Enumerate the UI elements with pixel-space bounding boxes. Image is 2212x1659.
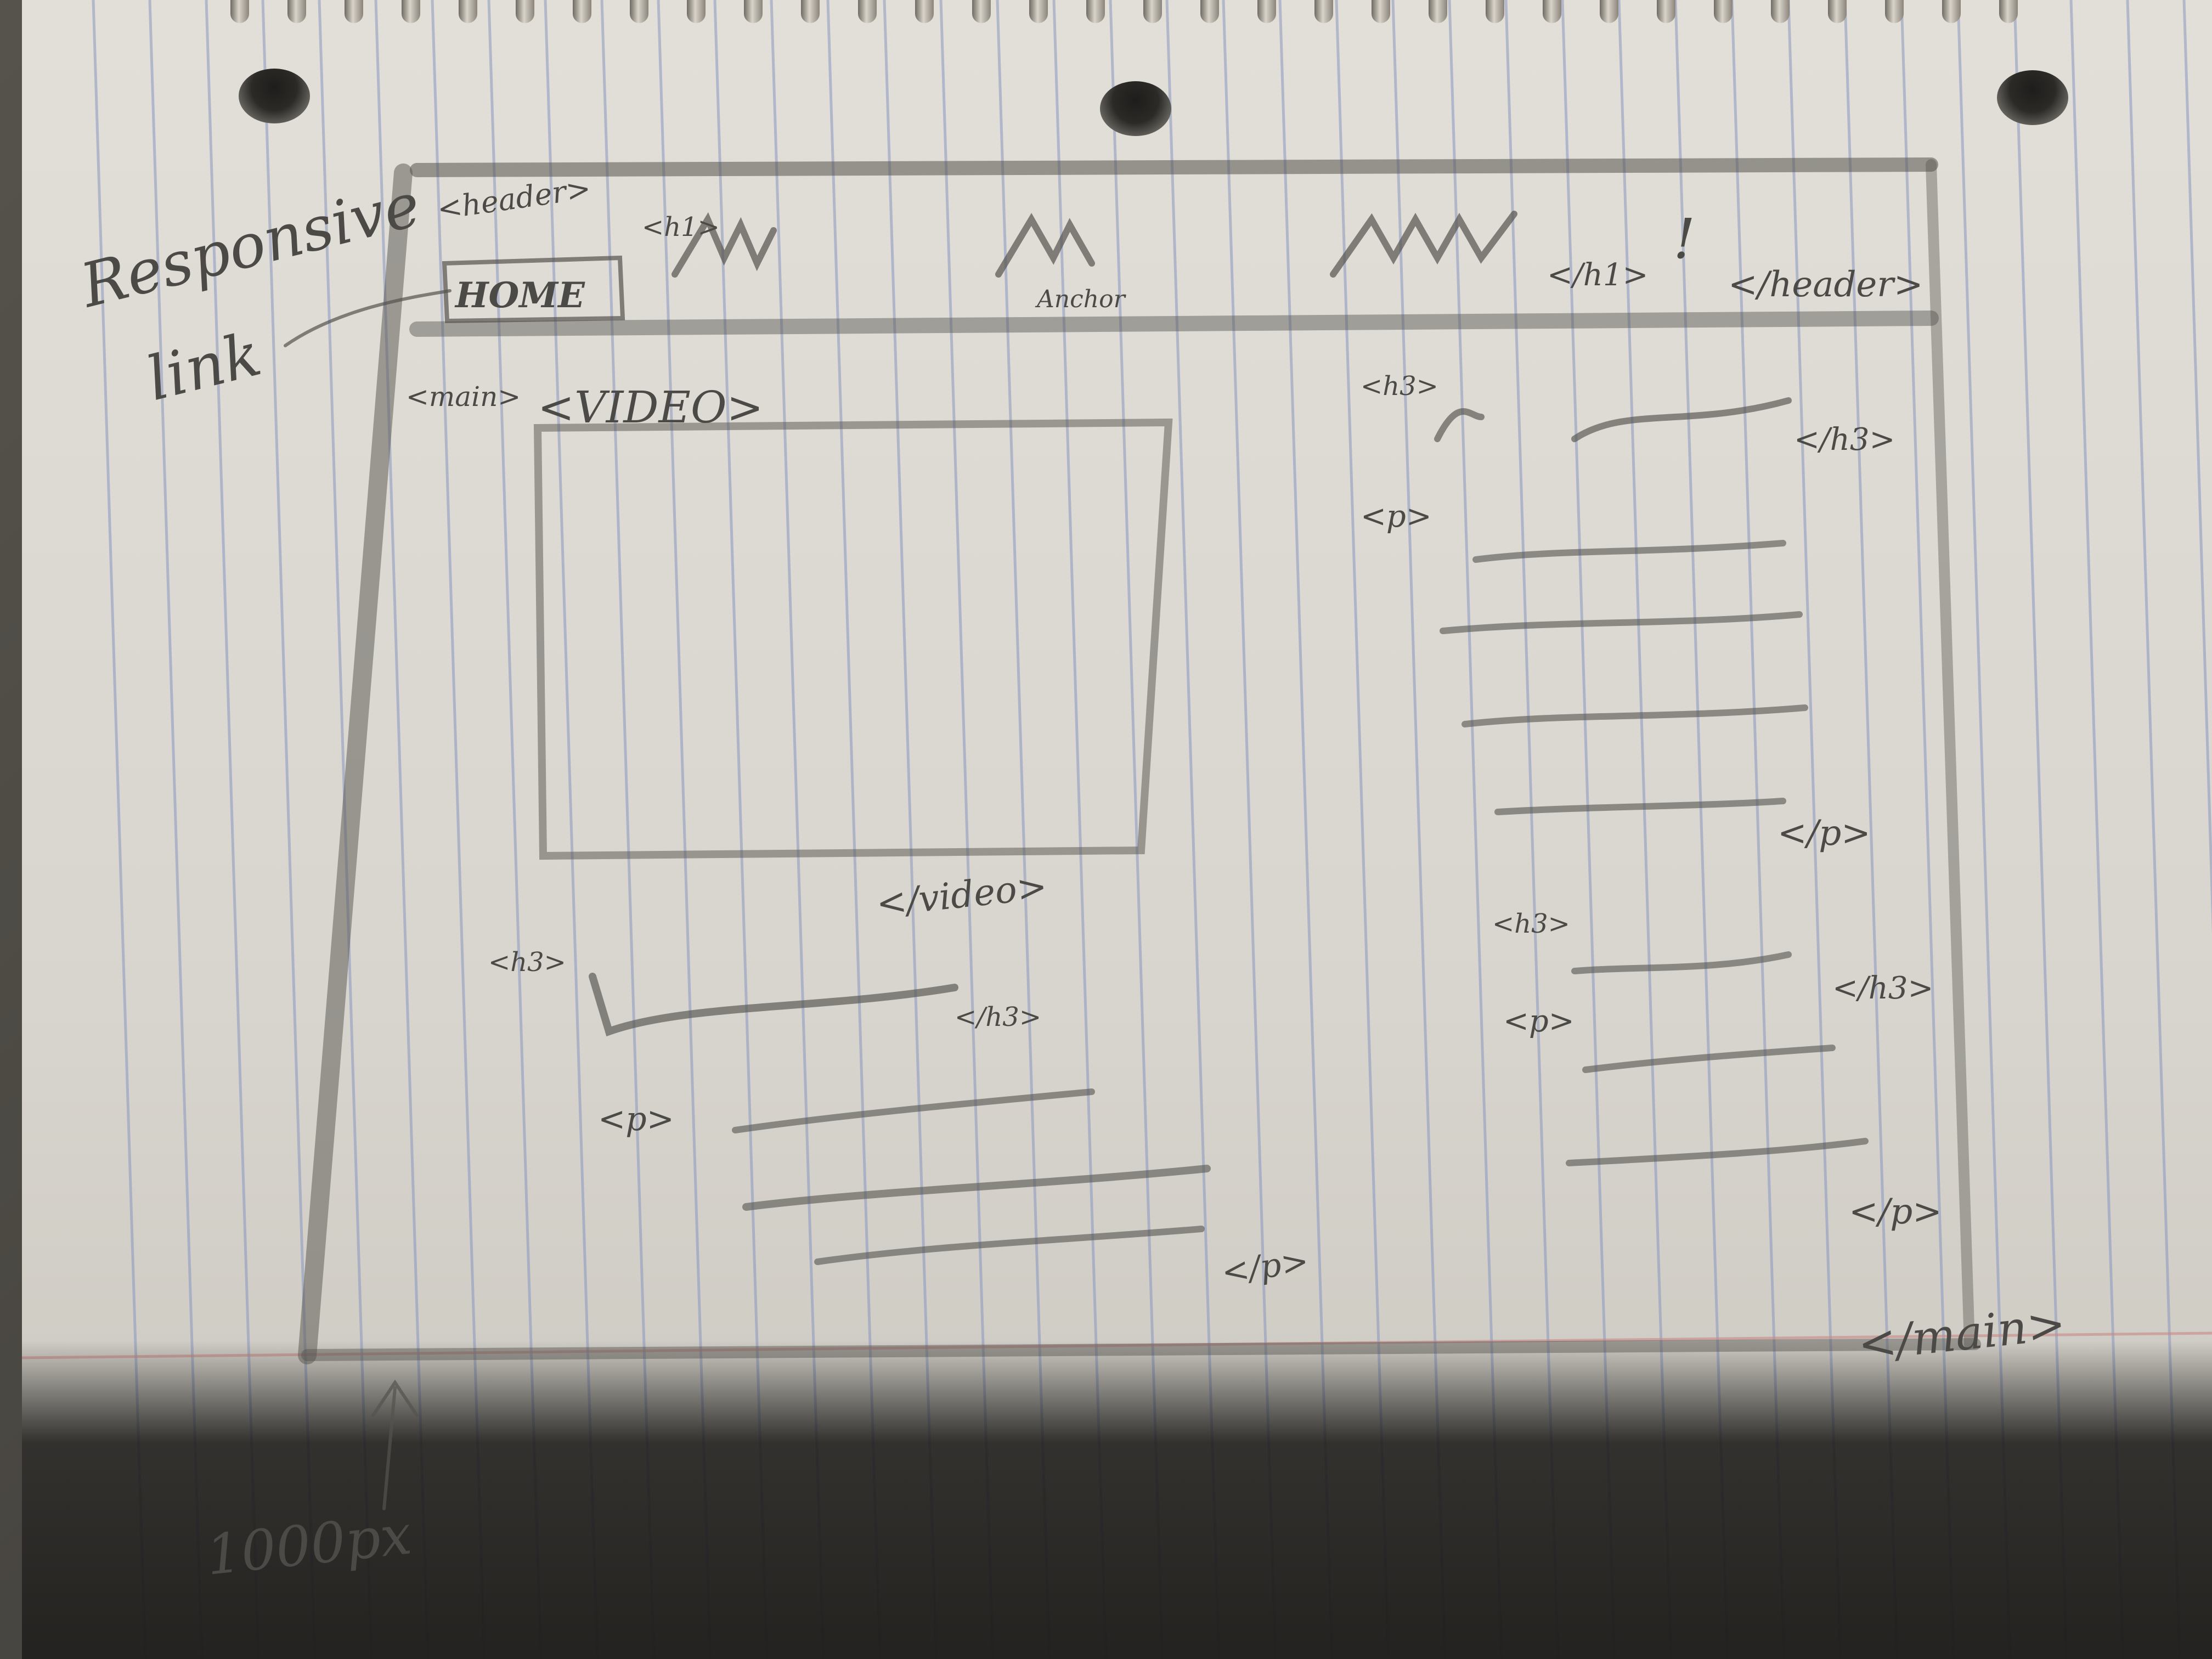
exclamation-mark: ! (1673, 207, 1695, 271)
right-p-line-4 (1494, 798, 1786, 815)
video-open-tag: <VIDEO> (538, 382, 764, 433)
video-box (533, 418, 1173, 860)
page-frame-bottom (301, 1338, 1981, 1361)
left-h3-open-tag: <h3> (488, 947, 566, 978)
page-frame-top (410, 157, 1938, 177)
video-close-tag: </video> (874, 865, 1049, 925)
right2-h3-scribble (1571, 951, 1792, 974)
arrow-link (284, 289, 452, 347)
h1-close-tag: </h1> (1547, 257, 1648, 293)
h1-scribble-3 (1330, 211, 1517, 278)
margin-note-width: 1000px (203, 1502, 414, 1588)
header-open-tag: <header> (435, 171, 593, 227)
h1-open-tag: <h1> (642, 212, 720, 242)
home-link: HOME (454, 275, 585, 316)
right2-h3-close-tag: </h3> (1832, 970, 1933, 1006)
page-frame-left (298, 163, 413, 1364)
page-frame-right (1926, 159, 1975, 1350)
right2-p-open-tag: <p> (1503, 1003, 1575, 1039)
right-p-line-2 (1440, 611, 1803, 634)
header-divider (409, 311, 1939, 337)
right-h3-close-tag: </h3> (1794, 422, 1895, 458)
photo-background: Responsive link 1000px <header> HOME <h1… (0, 0, 2212, 1659)
right-h3-open-tag: <h3> (1361, 371, 1438, 402)
arrow-width (371, 1379, 419, 1510)
right-p-close-tag: </p> (1778, 813, 1871, 854)
left-p-line-3 (814, 1226, 1205, 1265)
right2-p-line-1 (1582, 1045, 1836, 1073)
right-p-line-1 (1472, 540, 1786, 563)
right-h3-scribble (1434, 397, 1792, 442)
right-p-line-3 (1462, 704, 1808, 727)
main-close-tag: </main> (1855, 1296, 2068, 1372)
margin-note-link: link (140, 319, 268, 414)
left-p-line-1 (732, 1088, 1095, 1133)
left-p-line-2 (742, 1165, 1211, 1211)
anchor-label: Anchor (1035, 285, 1127, 313)
left-h3-close-tag: </h3> (955, 1002, 1041, 1032)
wireframe-sketch: Responsive link 1000px <header> HOME <h1… (73, 157, 2068, 1588)
right2-p-line-2 (1566, 1138, 1869, 1166)
header-close-tag: </header> (1728, 264, 1923, 305)
left-p-close-tag: </p> (1219, 1242, 1311, 1291)
right2-h3-open-tag: <h3> (1492, 909, 1570, 939)
margin-note-responsive: Responsive (73, 169, 427, 321)
right2-p-close-tag: </p> (1849, 1192, 1942, 1232)
left-h3-scribble (589, 973, 958, 1037)
right-p-open-tag: <p> (1361, 499, 1432, 534)
main-open-tag: <main> (406, 381, 521, 413)
h1-scribble-2 (995, 213, 1095, 278)
left-p-open-tag: <p> (598, 1100, 674, 1138)
